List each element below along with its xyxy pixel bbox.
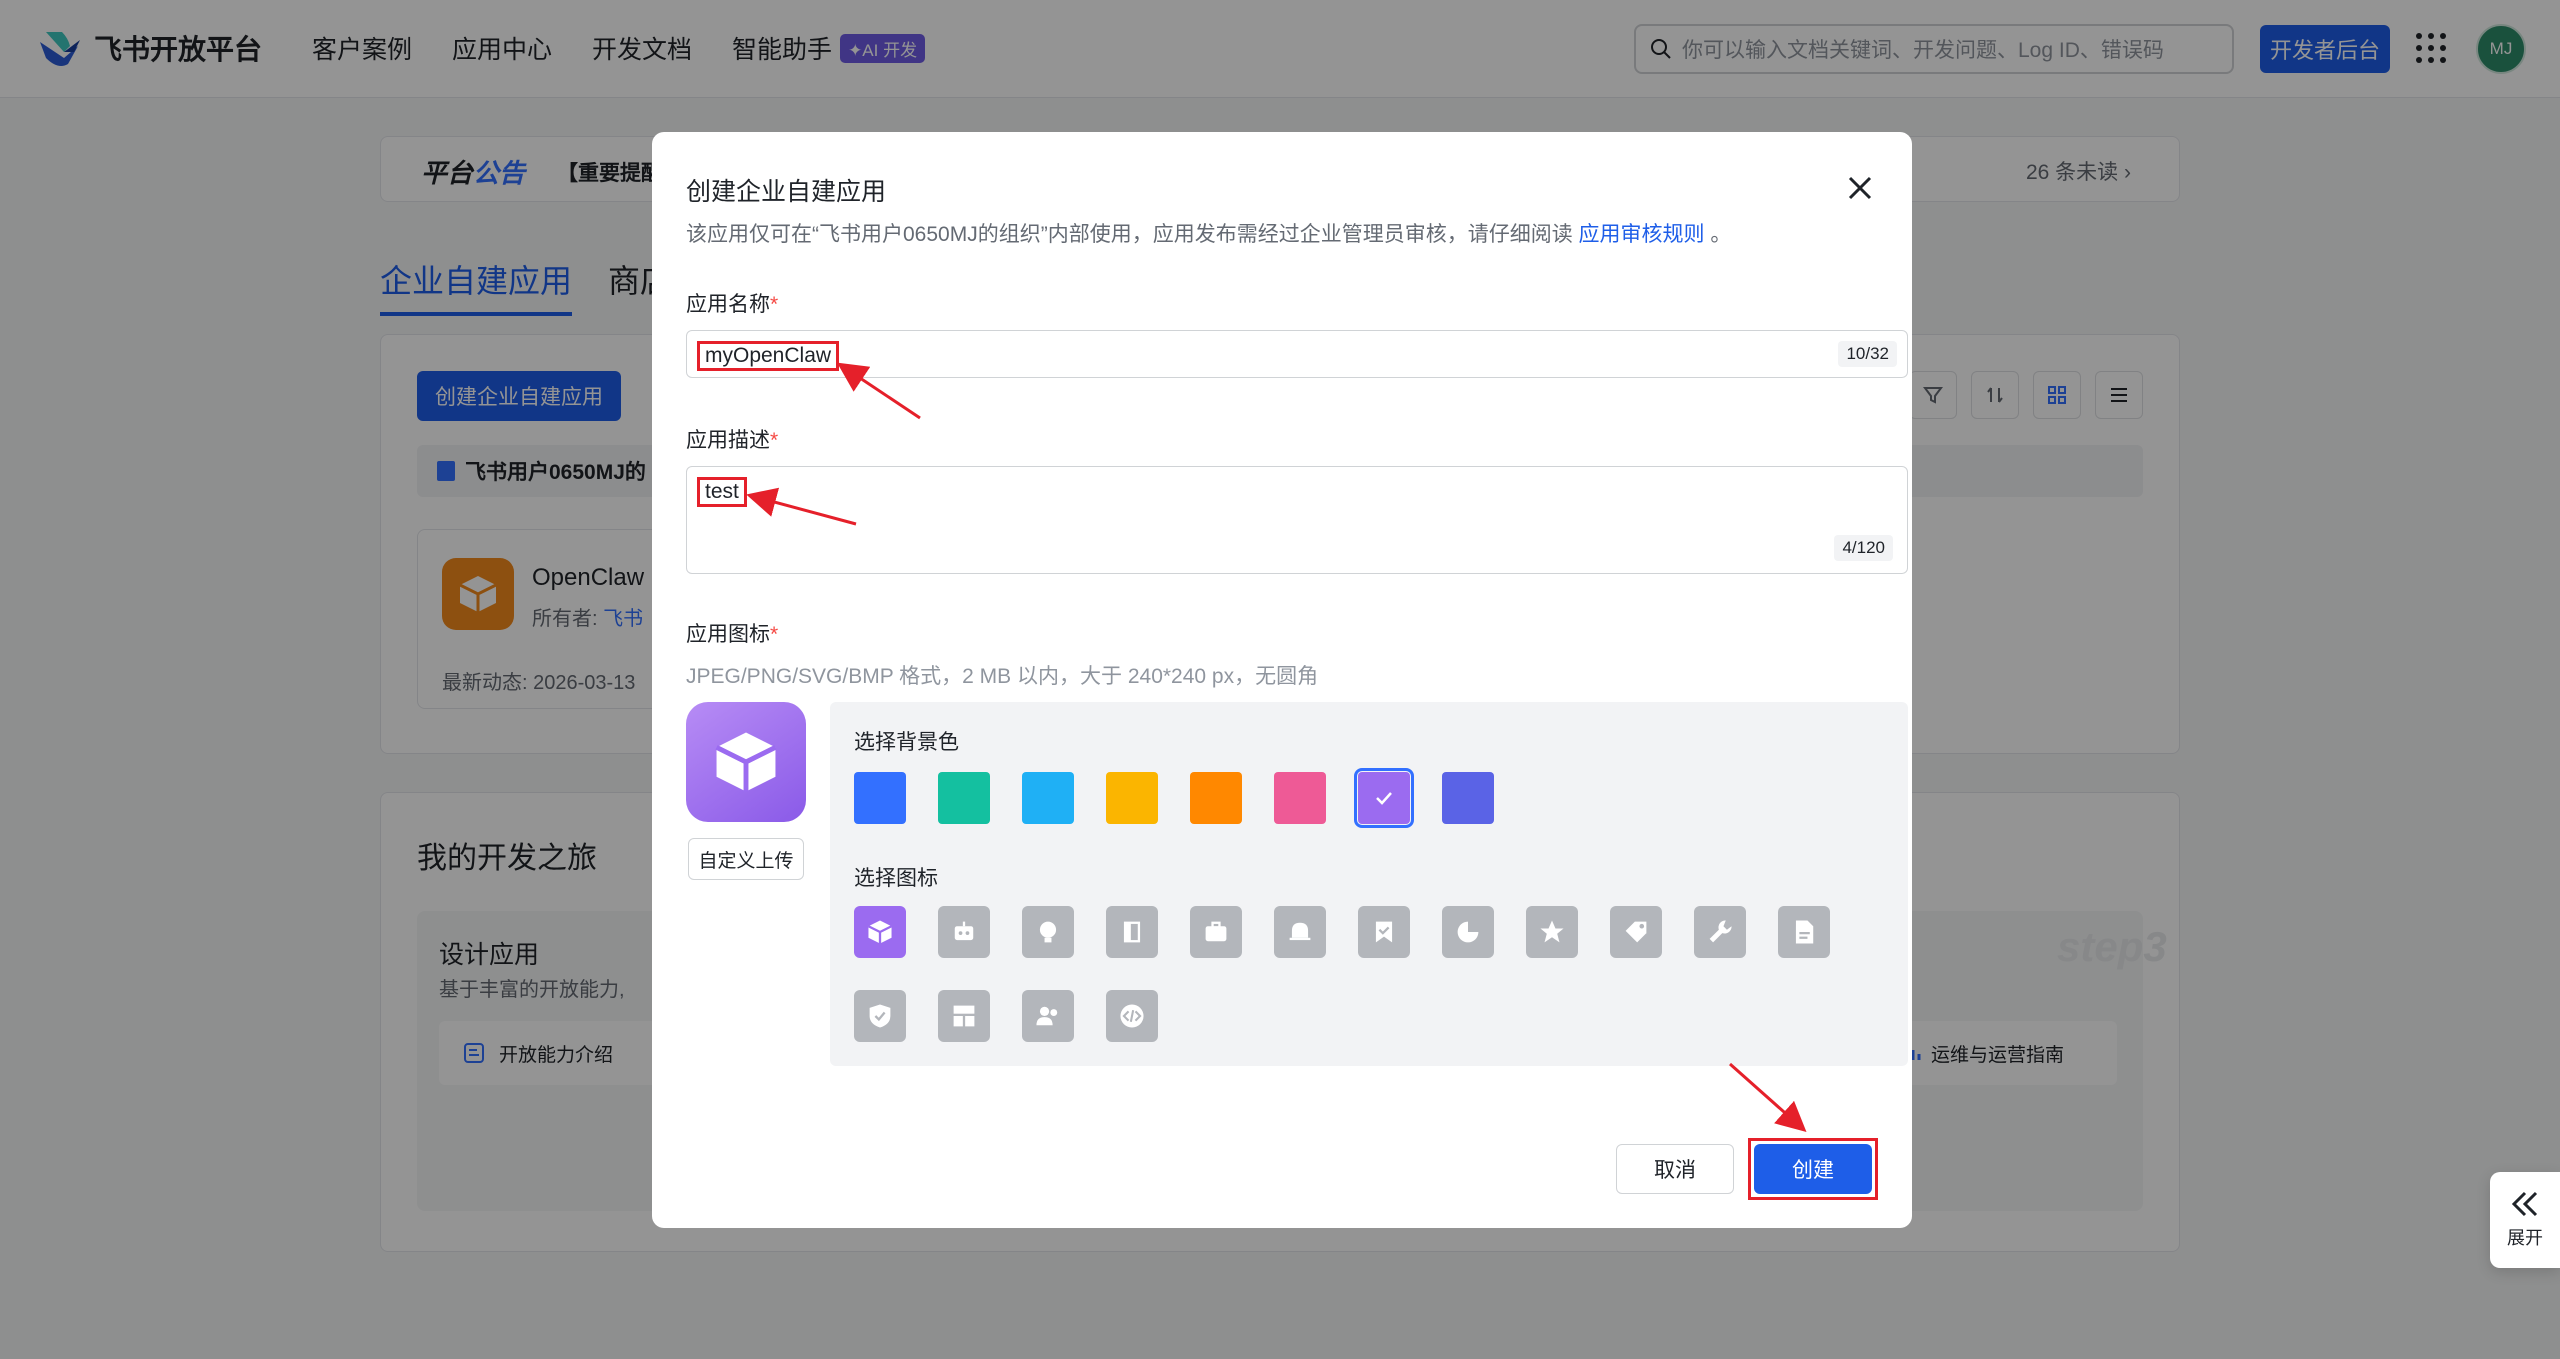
annotation-arrows — [746, 362, 1807, 1132]
arrow-to-create — [1729, 1062, 1807, 1132]
arrow-to-desc — [746, 487, 857, 526]
arrow-to-name — [837, 362, 921, 420]
